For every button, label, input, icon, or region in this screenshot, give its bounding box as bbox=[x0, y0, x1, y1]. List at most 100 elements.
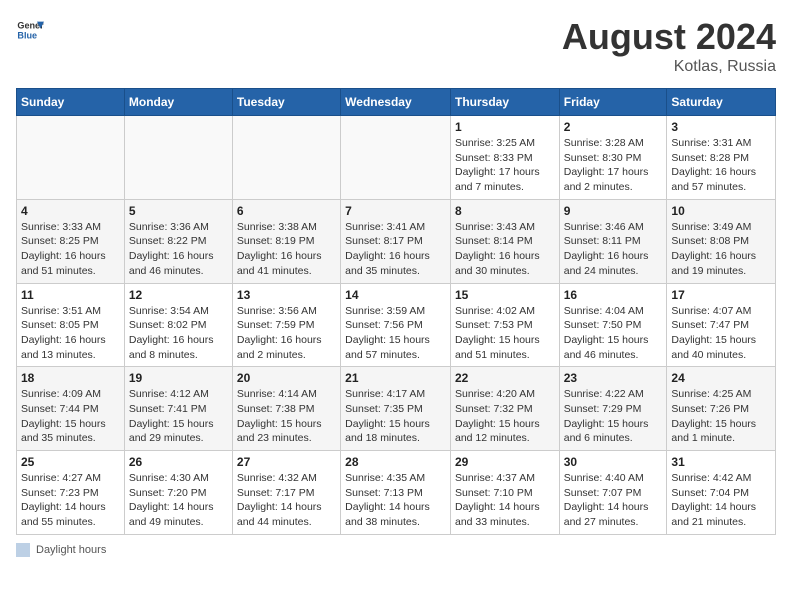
day-number: 16 bbox=[564, 288, 663, 302]
calendar-cell: 16 Sunrise: 4:04 AM Sunset: 7:50 PM Dayli… bbox=[559, 283, 667, 367]
day-number: 20 bbox=[237, 371, 336, 385]
day-info: Sunrise: 4:27 AM Sunset: 7:23 PM Dayligh… bbox=[21, 471, 120, 530]
day-info: Sunrise: 3:25 AM Sunset: 8:33 PM Dayligh… bbox=[455, 136, 555, 195]
day-info: Sunrise: 4:17 AM Sunset: 7:35 PM Dayligh… bbox=[345, 387, 446, 446]
day-number: 12 bbox=[129, 288, 228, 302]
header-day-wednesday: Wednesday bbox=[341, 89, 451, 116]
day-number: 22 bbox=[455, 371, 555, 385]
day-info: Sunrise: 4:25 AM Sunset: 7:26 PM Dayligh… bbox=[671, 387, 771, 446]
day-info: Sunrise: 4:30 AM Sunset: 7:20 PM Dayligh… bbox=[129, 471, 228, 530]
calendar-cell: 7 Sunrise: 3:41 AM Sunset: 8:17 PM Daylig… bbox=[341, 199, 451, 283]
day-number: 29 bbox=[455, 455, 555, 469]
calendar-cell bbox=[232, 116, 340, 200]
day-number: 18 bbox=[21, 371, 120, 385]
calendar-cell: 1 Sunrise: 3:25 AM Sunset: 8:33 PM Daylig… bbox=[450, 116, 559, 200]
day-info: Sunrise: 3:28 AM Sunset: 8:30 PM Dayligh… bbox=[564, 136, 663, 195]
day-number: 14 bbox=[345, 288, 446, 302]
day-number: 30 bbox=[564, 455, 663, 469]
day-info: Sunrise: 4:22 AM Sunset: 7:29 PM Dayligh… bbox=[564, 387, 663, 446]
page-header: General Blue August 2024 Kotlas, Russia bbox=[16, 16, 776, 76]
day-info: Sunrise: 4:12 AM Sunset: 7:41 PM Dayligh… bbox=[129, 387, 228, 446]
calendar-cell: 2 Sunrise: 3:28 AM Sunset: 8:30 PM Daylig… bbox=[559, 116, 667, 200]
day-number: 2 bbox=[564, 120, 663, 134]
day-number: 17 bbox=[671, 288, 771, 302]
sub-title: Kotlas, Russia bbox=[562, 58, 776, 76]
calendar-cell: 8Sunrise: 3:43 AM Sunset: 8:14 PM Daylig… bbox=[450, 199, 559, 283]
week-row-1: 1 Sunrise: 3:25 AM Sunset: 8:33 PM Daylig… bbox=[17, 116, 776, 200]
day-number: 5 bbox=[129, 204, 228, 218]
day-info: Sunrise: 4:37 AM Sunset: 7:10 PM Dayligh… bbox=[455, 471, 555, 530]
day-info: Sunrise: 3:33 AM Sunset: 8:25 PM Dayligh… bbox=[21, 220, 120, 279]
day-info: Sunrise: 4:09 AM Sunset: 7:44 PM Dayligh… bbox=[21, 387, 120, 446]
header-day-friday: Friday bbox=[559, 89, 667, 116]
day-info: Sunrise: 3:41 AM Sunset: 8:17 PM Dayligh… bbox=[345, 220, 446, 279]
calendar-cell: 14 Sunrise: 3:59 AM Sunset: 7:56 PM Dayli… bbox=[341, 283, 451, 367]
calendar-cell: 9Sunrise: 3:46 AM Sunset: 8:11 PM Daylig… bbox=[559, 199, 667, 283]
calendar-cell: 15 Sunrise: 4:02 AM Sunset: 7:53 PM Dayli… bbox=[450, 283, 559, 367]
header-day-tuesday: Tuesday bbox=[232, 89, 340, 116]
logo-icon: General Blue bbox=[16, 16, 44, 44]
header-row: SundayMondayTuesdayWednesdayThursdayFrid… bbox=[17, 89, 776, 116]
day-number: 21 bbox=[345, 371, 446, 385]
calendar-cell bbox=[17, 116, 125, 200]
day-number: 25 bbox=[21, 455, 120, 469]
calendar-cell: 24 Sunrise: 4:25 AM Sunset: 7:26 PM Dayli… bbox=[667, 367, 776, 451]
day-number: 4 bbox=[21, 204, 120, 218]
day-number: 26 bbox=[129, 455, 228, 469]
calendar-cell: 22 Sunrise: 4:20 AM Sunset: 7:32 PM Dayli… bbox=[450, 367, 559, 451]
day-info: Sunrise: 3:59 AM Sunset: 7:56 PM Dayligh… bbox=[345, 304, 446, 363]
header-day-thursday: Thursday bbox=[450, 89, 559, 116]
header-day-sunday: Sunday bbox=[17, 89, 125, 116]
week-row-3: 11Sunrise: 3:51 AM Sunset: 8:05 PM Dayli… bbox=[17, 283, 776, 367]
day-number: 27 bbox=[237, 455, 336, 469]
legend-label: Daylight hours bbox=[36, 544, 106, 556]
calendar-cell: 4 Sunrise: 3:33 AM Sunset: 8:25 PM Daylig… bbox=[17, 199, 125, 283]
calendar-cell: 19 Sunrise: 4:12 AM Sunset: 7:41 PM Dayli… bbox=[124, 367, 232, 451]
header-day-monday: Monday bbox=[124, 89, 232, 116]
day-number: 24 bbox=[671, 371, 771, 385]
day-info: Sunrise: 4:40 AM Sunset: 7:07 PM Dayligh… bbox=[564, 471, 663, 530]
calendar-cell: 13 Sunrise: 3:56 AM Sunset: 7:59 PM Dayli… bbox=[232, 283, 340, 367]
calendar-cell: 12Sunrise: 3:54 AM Sunset: 8:02 PM Dayli… bbox=[124, 283, 232, 367]
day-info: Sunrise: 4:02 AM Sunset: 7:53 PM Dayligh… bbox=[455, 304, 555, 363]
calendar-cell: 29 Sunrise: 4:37 AM Sunset: 7:10 PM Dayli… bbox=[450, 451, 559, 535]
day-info: Sunrise: 3:43 AM Sunset: 8:14 PM Dayligh… bbox=[455, 220, 555, 279]
day-number: 13 bbox=[237, 288, 336, 302]
day-number: 19 bbox=[129, 371, 228, 385]
calendar-body: 1 Sunrise: 3:25 AM Sunset: 8:33 PM Daylig… bbox=[17, 116, 776, 535]
calendar-cell: 28Sunrise: 4:35 AM Sunset: 7:13 PM Dayli… bbox=[341, 451, 451, 535]
calendar-cell: 26 Sunrise: 4:30 AM Sunset: 7:20 PM Dayli… bbox=[124, 451, 232, 535]
legend-box bbox=[16, 543, 30, 557]
day-info: Sunrise: 3:31 AM Sunset: 8:28 PM Dayligh… bbox=[671, 136, 771, 195]
calendar-cell: 5 Sunrise: 3:36 AM Sunset: 8:22 PM Daylig… bbox=[124, 199, 232, 283]
day-number: 15 bbox=[455, 288, 555, 302]
calendar-cell: 21 Sunrise: 4:17 AM Sunset: 7:35 PM Dayli… bbox=[341, 367, 451, 451]
day-info: Sunrise: 4:04 AM Sunset: 7:50 PM Dayligh… bbox=[564, 304, 663, 363]
day-number: 6 bbox=[237, 204, 336, 218]
calendar-cell: 25 Sunrise: 4:27 AM Sunset: 7:23 PM Dayli… bbox=[17, 451, 125, 535]
day-number: 23 bbox=[564, 371, 663, 385]
calendar-cell: 30 Sunrise: 4:40 AM Sunset: 7:07 PM Dayli… bbox=[559, 451, 667, 535]
calendar-cell: 6Sunrise: 3:38 AM Sunset: 8:19 PM Daylig… bbox=[232, 199, 340, 283]
header-day-saturday: Saturday bbox=[667, 89, 776, 116]
day-number: 10 bbox=[671, 204, 771, 218]
day-info: Sunrise: 4:14 AM Sunset: 7:38 PM Dayligh… bbox=[237, 387, 336, 446]
calendar-cell: 17Sunrise: 4:07 AM Sunset: 7:47 PM Dayli… bbox=[667, 283, 776, 367]
week-row-4: 18 Sunrise: 4:09 AM Sunset: 7:44 PM Dayli… bbox=[17, 367, 776, 451]
day-info: Sunrise: 3:36 AM Sunset: 8:22 PM Dayligh… bbox=[129, 220, 228, 279]
calendar-cell bbox=[124, 116, 232, 200]
day-number: 11 bbox=[21, 288, 120, 302]
day-info: Sunrise: 3:56 AM Sunset: 7:59 PM Dayligh… bbox=[237, 304, 336, 363]
main-title: August 2024 bbox=[562, 16, 776, 58]
calendar-cell: 23 Sunrise: 4:22 AM Sunset: 7:29 PM Dayli… bbox=[559, 367, 667, 451]
day-number: 1 bbox=[455, 120, 555, 134]
day-number: 7 bbox=[345, 204, 446, 218]
day-number: 3 bbox=[671, 120, 771, 134]
day-info: Sunrise: 4:20 AM Sunset: 7:32 PM Dayligh… bbox=[455, 387, 555, 446]
week-row-2: 4 Sunrise: 3:33 AM Sunset: 8:25 PM Daylig… bbox=[17, 199, 776, 283]
calendar-table: SundayMondayTuesdayWednesdayThursdayFrid… bbox=[16, 88, 776, 535]
day-number: 9 bbox=[564, 204, 663, 218]
day-info: Sunrise: 4:42 AM Sunset: 7:04 PM Dayligh… bbox=[671, 471, 771, 530]
calendar-header: SundayMondayTuesdayWednesdayThursdayFrid… bbox=[17, 89, 776, 116]
logo: General Blue bbox=[16, 16, 44, 44]
